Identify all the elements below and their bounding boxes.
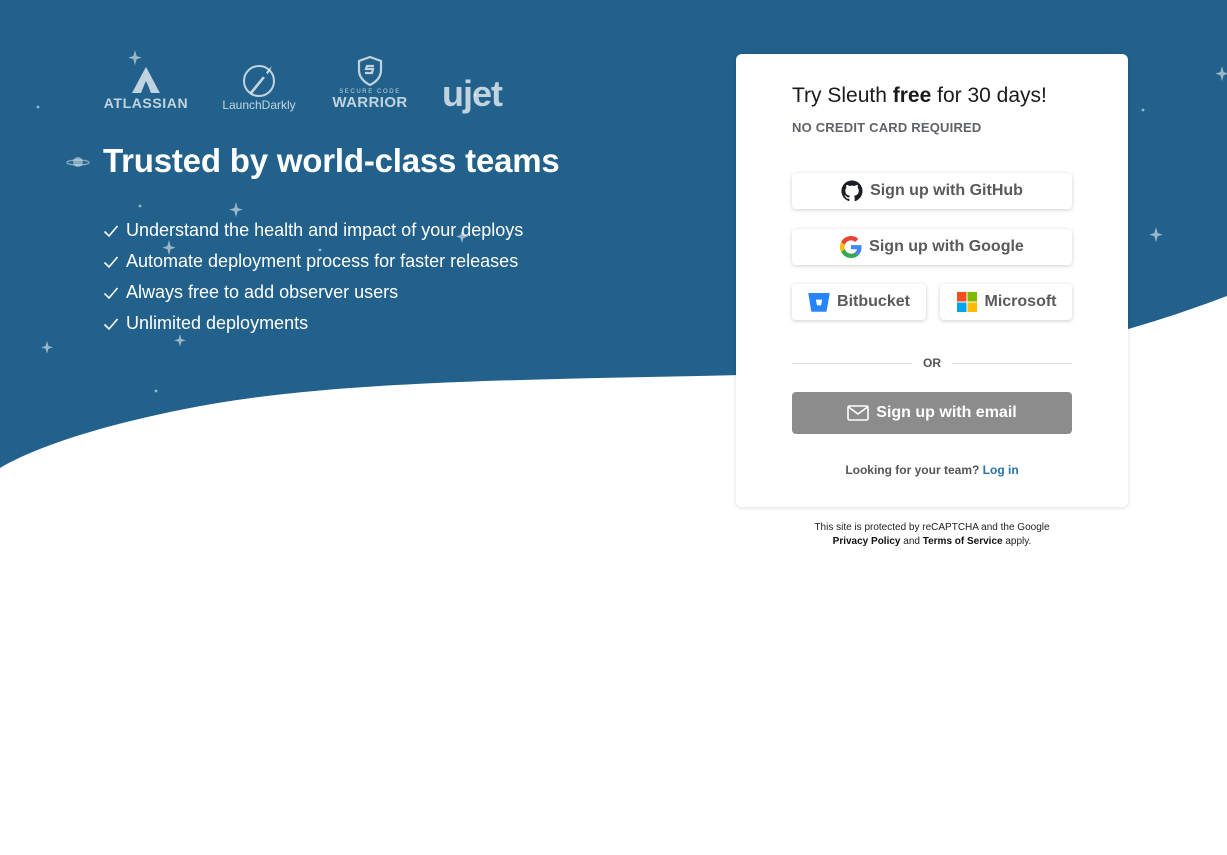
atlassian-mark-icon: [132, 67, 160, 93]
feature-list: Understand the health and impact of your…: [103, 215, 523, 339]
team-login-prompt: Looking for your team? Log in: [736, 463, 1128, 477]
github-icon: [841, 180, 863, 202]
login-link[interactable]: Log in: [983, 463, 1019, 477]
securecodewarrior-logo: SECURE CODE WARRIOR: [328, 56, 412, 110]
signup-title: Try Sleuth free for 30 days!: [792, 84, 1047, 108]
recaptcha-apply: apply.: [1005, 536, 1032, 547]
bitbucket-icon: [808, 291, 830, 313]
signup-subtitle: NO CREDIT CARD REQUIRED: [792, 120, 982, 135]
google-icon: [840, 236, 862, 258]
privacy-policy-link[interactable]: Privacy Policy: [833, 536, 901, 547]
github-signup-button[interactable]: Sign up with GitHub: [792, 173, 1072, 209]
feature-item: Always free to add observer users: [103, 277, 523, 308]
recaptcha-notice: This site is protected by reCAPTCHA and …: [736, 521, 1128, 549]
recaptcha-and: and: [903, 536, 920, 547]
shield-icon: [357, 56, 383, 86]
feature-text: Understand the health and impact of your…: [126, 220, 524, 240]
email-signup-label: Sign up with email: [876, 404, 1017, 421]
rocket-icon: [243, 65, 275, 97]
bitbucket-signup-button[interactable]: Bitbucket: [792, 284, 926, 320]
feature-item: Automate deployment process for faster r…: [103, 246, 523, 277]
feature-item: Unlimited deployments: [103, 308, 523, 339]
feature-text: Always free to add observer users: [126, 282, 399, 302]
check-icon: [103, 317, 119, 330]
check-icon: [103, 286, 119, 299]
signup-card: Try Sleuth free for 30 days! NO CREDIT C…: [736, 54, 1128, 507]
launchdarkly-logo: LaunchDarkly: [216, 62, 302, 112]
microsoft-icon: [956, 291, 978, 313]
google-signup-label: Sign up with Google: [869, 238, 1024, 255]
envelope-icon: [847, 405, 870, 421]
github-signup-label: Sign up with GitHub: [870, 182, 1023, 199]
signup-title-suffix: for 30 days!: [931, 84, 1047, 107]
launchdarkly-logo-text: LaunchDarkly: [222, 98, 296, 112]
feature-text: Automate deployment process for faster r…: [126, 251, 519, 271]
terms-of-service-link[interactable]: Terms of Service: [923, 536, 1003, 547]
bitbucket-signup-label: Bitbucket: [837, 293, 910, 310]
divider-line-right: [952, 363, 1072, 364]
customer-logos: ATLASSIAN LaunchDarkly SECURE CODE WARRI…: [100, 50, 520, 122]
microsoft-signup-button[interactable]: Microsoft: [940, 284, 1072, 320]
check-icon: [103, 255, 119, 268]
google-signup-button[interactable]: Sign up with Google: [792, 229, 1072, 265]
signup-title-prefix: Try Sleuth: [792, 84, 893, 107]
feature-item: Understand the health and impact of your…: [103, 215, 523, 246]
securecodewarrior-logo-text: WARRIOR: [332, 94, 408, 111]
ujet-logo: ujet: [436, 76, 508, 112]
team-prompt-text: Looking for your team?: [845, 463, 980, 477]
microsoft-signup-label: Microsoft: [984, 293, 1057, 310]
signup-title-bold: free: [892, 84, 932, 107]
planet-icon: [66, 157, 90, 167]
or-divider: OR: [792, 356, 1072, 370]
hero-headline: Trusted by world-class teams: [103, 142, 560, 179]
ujet-logo-text: ujet: [441, 73, 503, 114]
email-signup-button[interactable]: Sign up with email: [792, 392, 1072, 434]
feature-text: Unlimited deployments: [126, 313, 309, 333]
recaptcha-line2: Privacy Policy and Terms of Service appl…: [736, 535, 1128, 549]
recaptcha-line1: This site is protected by reCAPTCHA and …: [814, 522, 1050, 533]
atlassian-logo-text: ATLASSIAN: [103, 95, 189, 111]
atlassian-logo: ATLASSIAN: [100, 66, 192, 111]
check-icon: [103, 224, 119, 237]
